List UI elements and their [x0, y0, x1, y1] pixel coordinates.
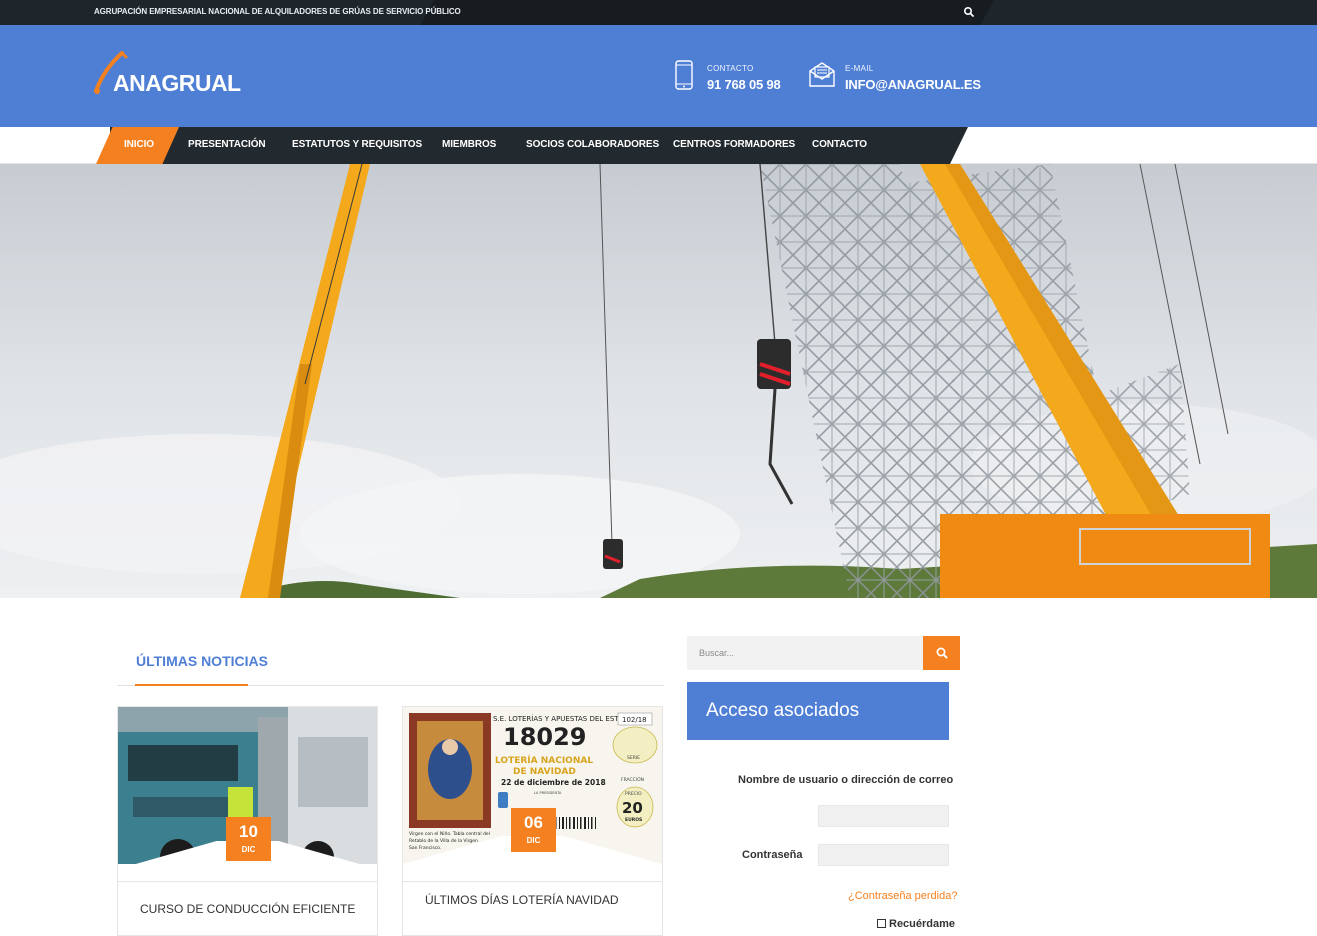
- top-bar: AGRUPACIÓN EMPRESARIAL NACIONAL DE ALQUI…: [0, 0, 1317, 25]
- search-icon[interactable]: [962, 5, 976, 19]
- ticket-code: 102/18: [622, 716, 647, 724]
- news-card[interactable]: 10 DIC CURSO DE CONDUCCIÓN EFICIENTE: [117, 706, 378, 936]
- main-nav: INICIO PRESENTACIÓN ESTATUTOS Y REQUISIT…: [0, 127, 1317, 164]
- search-icon: [936, 647, 947, 659]
- ticket-number: 18029: [503, 723, 587, 751]
- ticket-currency: EUROS: [625, 817, 642, 823]
- ticket-signature-label: LA PRESIDENTA: [534, 791, 562, 795]
- username-label: Nombre de usuario o dirección de correo: [738, 774, 954, 786]
- ticket-precio-label: PRECIO: [625, 791, 642, 797]
- ticket-header: S.E. LOTERÍAS Y APUESTAS DEL ESTADO: [493, 714, 634, 723]
- news-card-separator: [118, 881, 377, 882]
- password-input[interactable]: [818, 844, 949, 866]
- username-input[interactable]: [818, 805, 949, 827]
- contact-email-value[interactable]: INFO@ANAGRUAL.ES: [845, 77, 981, 92]
- sidebar-search-button[interactable]: [923, 636, 960, 670]
- nav-item-miembros[interactable]: MIEMBROS: [442, 139, 496, 150]
- login-widget-title: Acceso asociados: [706, 700, 860, 721]
- news-card-title[interactable]: CURSO DE CONDUCCIÓN EFICIENTE: [140, 902, 355, 916]
- envelope-icon: [809, 62, 835, 87]
- ticket-serie-label: SERIE: [627, 755, 640, 761]
- news-card-month: DIC: [526, 836, 541, 845]
- contact-phone-label: CONTACTO: [707, 64, 754, 73]
- hero-crane-image: [0, 164, 1317, 598]
- nav-item-presentacion[interactable]: PRESENTACIÓN: [188, 139, 266, 150]
- smartphone-icon: [675, 60, 693, 90]
- nav-item-centros[interactable]: CENTROS FORMADORES: [673, 139, 795, 150]
- ticket-fraccion-label: FRACCIÓN: [621, 776, 644, 783]
- news-card[interactable]: S.E. LOTERÍAS Y APUESTAS DEL ESTADO 102/…: [402, 706, 663, 936]
- nav-item-contacto[interactable]: CONTACTO: [812, 139, 867, 150]
- contact-email-label: E-MAIL: [845, 64, 874, 73]
- ticket-price: 20: [622, 799, 643, 817]
- contact-phone-value[interactable]: 91 768 05 98: [707, 77, 781, 92]
- ticket-caption-line2: Retablo de la Villa de la Virgen: [409, 838, 478, 844]
- nav-item-estatutos[interactable]: ESTATUTOS Y REQUISITOS: [292, 139, 422, 150]
- news-card-title[interactable]: ÚLTIMOS DÍAS LOTERÍA NAVIDAD: [425, 893, 619, 907]
- news-card-date-badge: 10 DIC: [226, 817, 271, 861]
- top-bar-dark-band: [420, 0, 995, 25]
- ticket-caption-line1: Virgen con el Niño. Tabla central del: [409, 831, 490, 837]
- ticket-name-line1: LOTERÍA NACIONAL: [495, 754, 593, 766]
- news-section-title: ÚLTIMAS NOTICIAS: [136, 653, 268, 669]
- ticket-date: 22 de diciembre de 2018: [501, 778, 606, 787]
- news-card-month: DIC: [241, 845, 256, 854]
- tagline: AGRUPACIÓN EMPRESARIAL NACIONAL DE ALQUI…: [94, 7, 461, 16]
- news-card-day: 10: [239, 822, 258, 841]
- ticket-name-line2: DE NAVIDAD: [513, 767, 576, 777]
- remember-me-checkbox[interactable]: Recuérdame: [877, 918, 955, 930]
- checkbox-icon[interactable]: [877, 919, 886, 928]
- ticket-caption-line3: San Francisco.: [409, 845, 441, 851]
- remember-me-label: Recuérdame: [889, 918, 956, 930]
- news-card-date-badge: 06 DIC: [511, 808, 556, 852]
- news-title-accent: [135, 684, 248, 686]
- logo-text[interactable]: ANAGRUAL: [113, 70, 241, 97]
- lost-password-link[interactable]: ¿Contraseña perdida?: [848, 890, 957, 902]
- news-card-separator: [403, 881, 662, 882]
- sidebar-search-input[interactable]: [687, 636, 923, 670]
- nav-item-inicio[interactable]: INICIO: [124, 139, 154, 150]
- nav-item-socios[interactable]: SOCIOS COLABORADORES: [526, 139, 659, 150]
- news-card-day: 06: [524, 813, 543, 832]
- hero-banner: [0, 164, 1317, 598]
- password-label: Contraseña: [742, 849, 803, 861]
- login-widget-header: Acceso asociados: [687, 682, 949, 740]
